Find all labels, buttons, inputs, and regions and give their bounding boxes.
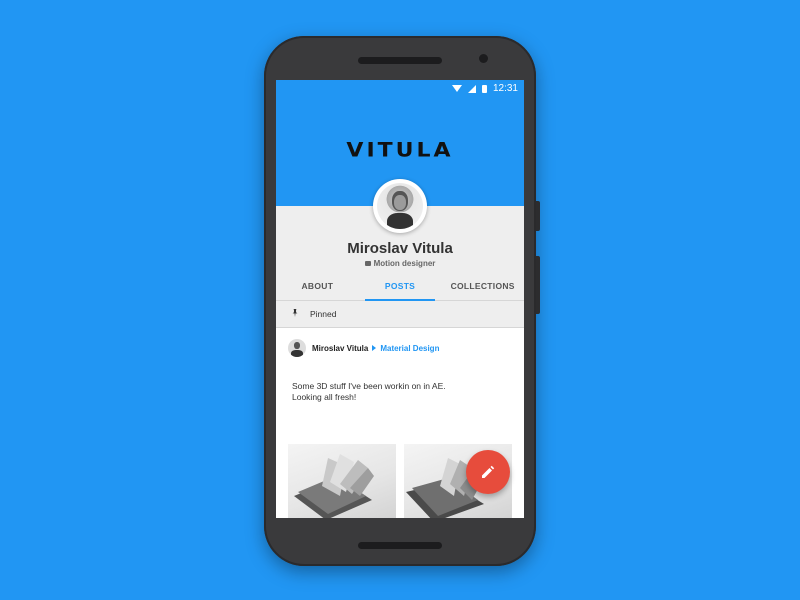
volume-button [536, 256, 540, 314]
post-text: Some 3D stuff I've been workin on in AE.… [292, 381, 446, 403]
signal-icon [467, 84, 476, 93]
front-camera [479, 54, 488, 63]
book-render-image[interactable] [288, 444, 396, 518]
arrow-right-icon [372, 345, 377, 351]
post-collection-link[interactable]: Material Design [380, 344, 439, 353]
tab-about[interactable]: ABOUT [276, 272, 359, 300]
top-speaker [358, 57, 442, 64]
role-text: Motion designer [373, 259, 436, 268]
pinned-bar[interactable]: Pinned [276, 301, 524, 328]
edit-fab-button[interactable] [466, 450, 510, 494]
profile-avatar[interactable] [373, 179, 427, 233]
app-screen: 12:31 VITULA Miroslav Vitula Motion desi… [276, 80, 524, 518]
power-button [536, 201, 540, 231]
post-author[interactable]: Miroslav Vitula [312, 344, 368, 353]
avatar-photo [377, 183, 423, 229]
profile-role: Motion designer [276, 259, 524, 268]
profile-tabs: ABOUT POSTS COLLECTIONS [276, 272, 524, 301]
pinned-label: Pinned [310, 309, 337, 319]
tab-posts[interactable]: POSTS [359, 272, 442, 301]
profile-name: Miroslav Vitula [347, 240, 453, 257]
post-header: Miroslav Vitula Material Design [288, 338, 439, 358]
pencil-icon [482, 465, 495, 478]
status-bar: 12:31 [276, 80, 524, 98]
post-text-line: Looking all fresh! [292, 392, 357, 402]
phone-frame: 12:31 VITULA Miroslav Vitula Motion desi… [264, 36, 540, 566]
status-time: 12:31 [492, 83, 518, 94]
tab-collections[interactable]: COLLECTIONS [441, 272, 524, 300]
briefcase-icon [364, 261, 371, 267]
vitula-logo: VITULA [346, 139, 454, 162]
post-author-avatar[interactable] [288, 339, 306, 357]
bottom-speaker [358, 542, 442, 549]
pin-icon [292, 309, 298, 317]
wifi-icon [451, 85, 462, 92]
battery-icon [481, 84, 487, 93]
post-text-line: Some 3D stuff I've been workin on in AE. [292, 381, 446, 391]
